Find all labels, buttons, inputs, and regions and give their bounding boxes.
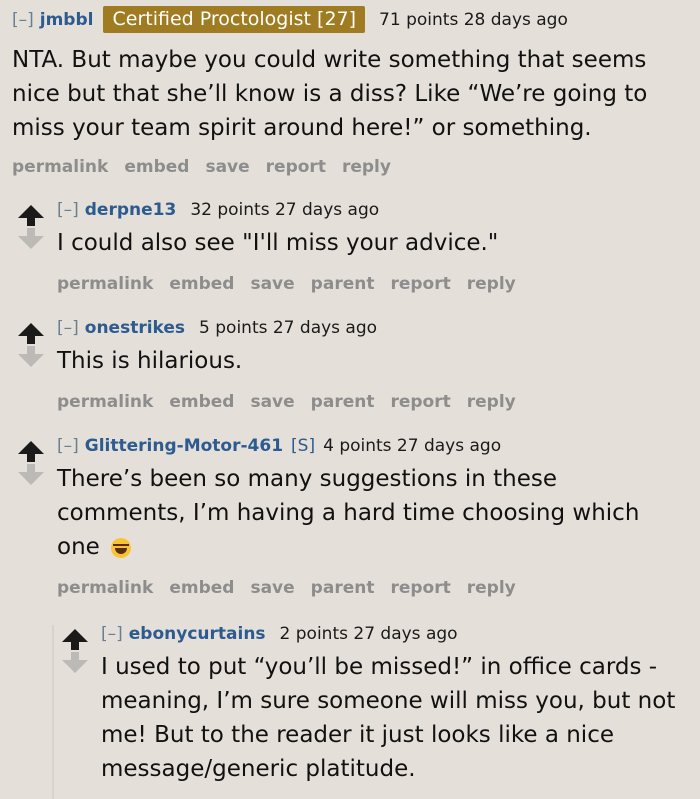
comment-body-text: There’s been so many suggestions in thes… [57,466,640,560]
author-link[interactable]: jmbbl [40,10,94,30]
permalink-button[interactable]: permalink [57,392,153,412]
comment-onestrikes: [–] onestrikes 5 points 27 days ago This… [57,318,687,412]
author-link[interactable]: onestrikes [85,318,185,338]
comment-actions: permalink embed save parent report reply [57,392,687,412]
save-button[interactable]: save [250,392,294,412]
vote-arrows [62,629,88,673]
collapse-toggle[interactable]: [–] [57,200,79,220]
permalink-button[interactable]: permalink [12,157,108,177]
downvote-icon[interactable] [18,464,44,485]
embed-button[interactable]: embed [169,578,234,598]
submitter-badge[interactable]: [S] [291,436,315,456]
embed-button[interactable]: embed [169,392,234,412]
vote-arrows [18,441,44,485]
laughing-emoji-icon [111,537,132,558]
comment-tagline: [–] jmbbl Certified Proctologist [27] 71… [12,6,692,33]
comment-body: NTA. But maybe you could write something… [12,47,648,141]
comment-body: I used to put “you’ll be missed!” in off… [101,654,676,782]
collapse-toggle[interactable]: [–] [12,10,34,30]
embed-button[interactable]: embed [169,274,234,294]
author-link[interactable]: ebonycurtains [129,624,266,644]
collapse-toggle[interactable]: [–] [101,624,123,644]
author-link[interactable]: Glittering-Motor-461 [85,436,283,456]
save-button[interactable]: save [205,157,249,177]
report-button[interactable]: report [390,578,450,598]
score-and-age: 5 points 27 days ago [199,318,378,338]
reply-button[interactable]: reply [342,157,391,177]
upvote-icon[interactable] [62,629,88,650]
report-button[interactable]: report [390,392,450,412]
report-button[interactable]: report [266,157,326,177]
user-flair: Certified Proctologist [27] [103,6,366,33]
comment-actions: permalink embed save parent report reply [57,274,687,294]
permalink-button[interactable]: permalink [57,578,153,598]
comment-jmbbl: [–] jmbbl Certified Proctologist [27] 71… [12,6,692,177]
permalink-button[interactable]: permalink [57,274,153,294]
upvote-icon[interactable] [18,205,44,226]
report-button[interactable]: report [390,274,450,294]
comment-tagline: [–] Glittering-Motor-461 [S] 4 points 27… [57,436,687,456]
downvote-icon[interactable] [18,228,44,249]
upvote-icon[interactable] [18,441,44,462]
downvote-icon[interactable] [62,652,88,673]
downvote-icon[interactable] [18,346,44,367]
comment-actions: permalink embed save report reply [12,157,692,177]
save-button[interactable]: save [250,578,294,598]
save-button[interactable]: save [250,274,294,294]
comment-ebonycurtains: [–] ebonycurtains 2 points 27 days ago I… [101,624,691,786]
reply-button[interactable]: reply [467,578,516,598]
score-and-age: 2 points 27 days ago [279,624,458,644]
comment-glittering-motor-461: [–] Glittering-Motor-461 [S] 4 points 27… [57,436,687,598]
reply-button[interactable]: reply [467,392,516,412]
collapse-toggle[interactable]: [–] [57,436,79,456]
thread-indent-line [52,625,54,799]
vote-arrows [18,205,44,249]
comment-tagline: [–] onestrikes 5 points 27 days ago [57,318,687,338]
comment-actions: permalink embed save parent report reply [57,578,687,598]
score-and-age: 4 points 27 days ago [323,436,502,456]
embed-button[interactable]: embed [124,157,189,177]
comment-body: This is hilarious. [57,348,243,374]
reply-button[interactable]: reply [467,274,516,294]
comment-body: There’s been so many suggestions in thes… [57,462,682,564]
vote-arrows [18,323,44,367]
comment-derpne13: [–] derpne13 32 points 27 days ago I cou… [57,200,687,294]
parent-button[interactable]: parent [311,274,375,294]
upvote-icon[interactable] [18,323,44,344]
comment-tagline: [–] ebonycurtains 2 points 27 days ago [101,624,691,644]
author-link[interactable]: derpne13 [85,200,177,220]
comment-body: I could also see "I'll miss your advice.… [57,230,499,256]
score-and-age: 32 points 27 days ago [190,200,380,220]
score-and-age: 71 points 28 days ago [379,9,568,30]
comment-tagline: [–] derpne13 32 points 27 days ago [57,200,687,220]
parent-button[interactable]: parent [311,578,375,598]
parent-button[interactable]: parent [311,392,375,412]
collapse-toggle[interactable]: [–] [57,318,79,338]
